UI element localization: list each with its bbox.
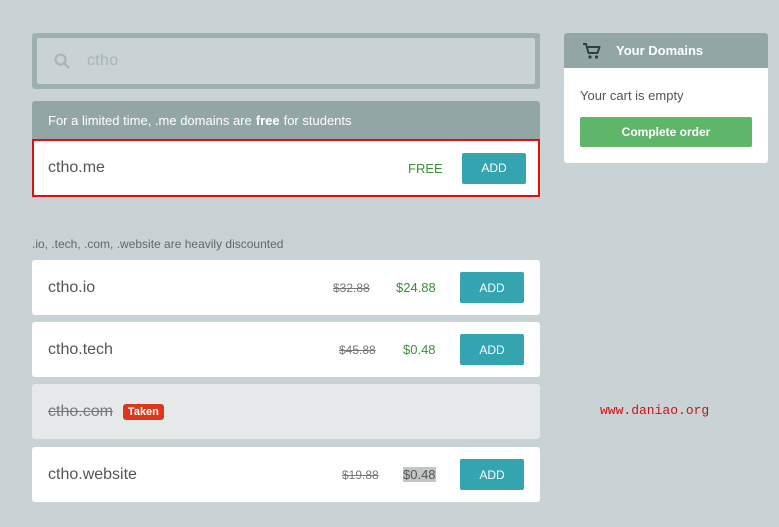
search-icon — [54, 53, 70, 69]
domain-row-ctho-tech: ctho.tech $45.88 $0.48 ADD — [32, 322, 540, 377]
domain-row-ctho-website: ctho.website $19.88 $0.48 ADD — [32, 447, 540, 502]
domain-name: ctho.me — [48, 159, 105, 176]
your-domains-panel: Your Domains Your cart is empty Complete… — [564, 33, 768, 163]
promo-banner: For a limited time, .me domains are free… — [32, 101, 540, 139]
domain-name: ctho.com — [48, 402, 113, 420]
promo-text-bold: free — [255, 112, 280, 128]
panel-title: Your Domains — [616, 43, 704, 58]
add-button-ctho-io[interactable]: ADD — [460, 272, 524, 303]
search-bar[interactable]: ctho — [32, 33, 540, 89]
new-price: $24.88 — [396, 280, 436, 295]
domain-name: ctho.tech — [48, 340, 113, 358]
new-price: $0.48 — [403, 467, 436, 482]
promo-text-before: For a limited time, .me domains are — [48, 112, 252, 128]
search-field[interactable]: ctho — [37, 38, 535, 84]
add-button-ctho-website[interactable]: ADD — [460, 459, 524, 490]
old-price: $32.88 — [333, 280, 370, 295]
old-price: $45.88 — [339, 342, 376, 357]
panel-header: Your Domains — [564, 33, 768, 68]
cart-icon — [583, 42, 601, 59]
free-price-label: FREE — [408, 160, 443, 176]
domain-name: ctho.io — [48, 278, 96, 296]
promo-text-after: for students — [283, 112, 352, 128]
taken-badge: Taken — [122, 403, 164, 420]
old-price: $19.88 — [342, 467, 379, 482]
cart-empty-text: Your cart is empty — [580, 88, 684, 103]
search-input[interactable]: ctho — [87, 52, 118, 70]
domain-name: ctho.website — [48, 465, 137, 483]
add-button-ctho-me[interactable]: ADD — [462, 152, 526, 184]
watermark-text: www.daniao.org — [600, 403, 710, 418]
new-price: $0.48 — [403, 342, 436, 357]
domain-row-ctho-io: ctho.io $32.88 $24.88 ADD — [32, 260, 540, 315]
complete-order-button[interactable]: Complete order — [580, 117, 752, 147]
add-button-ctho-tech[interactable]: ADD — [460, 334, 524, 365]
promo-domain-row: ctho.me FREE ADD — [32, 139, 540, 197]
domain-row-ctho-com: ctho.com Taken — [32, 384, 540, 439]
discount-note: .io, .tech, .com, .website are heavily d… — [32, 237, 284, 251]
